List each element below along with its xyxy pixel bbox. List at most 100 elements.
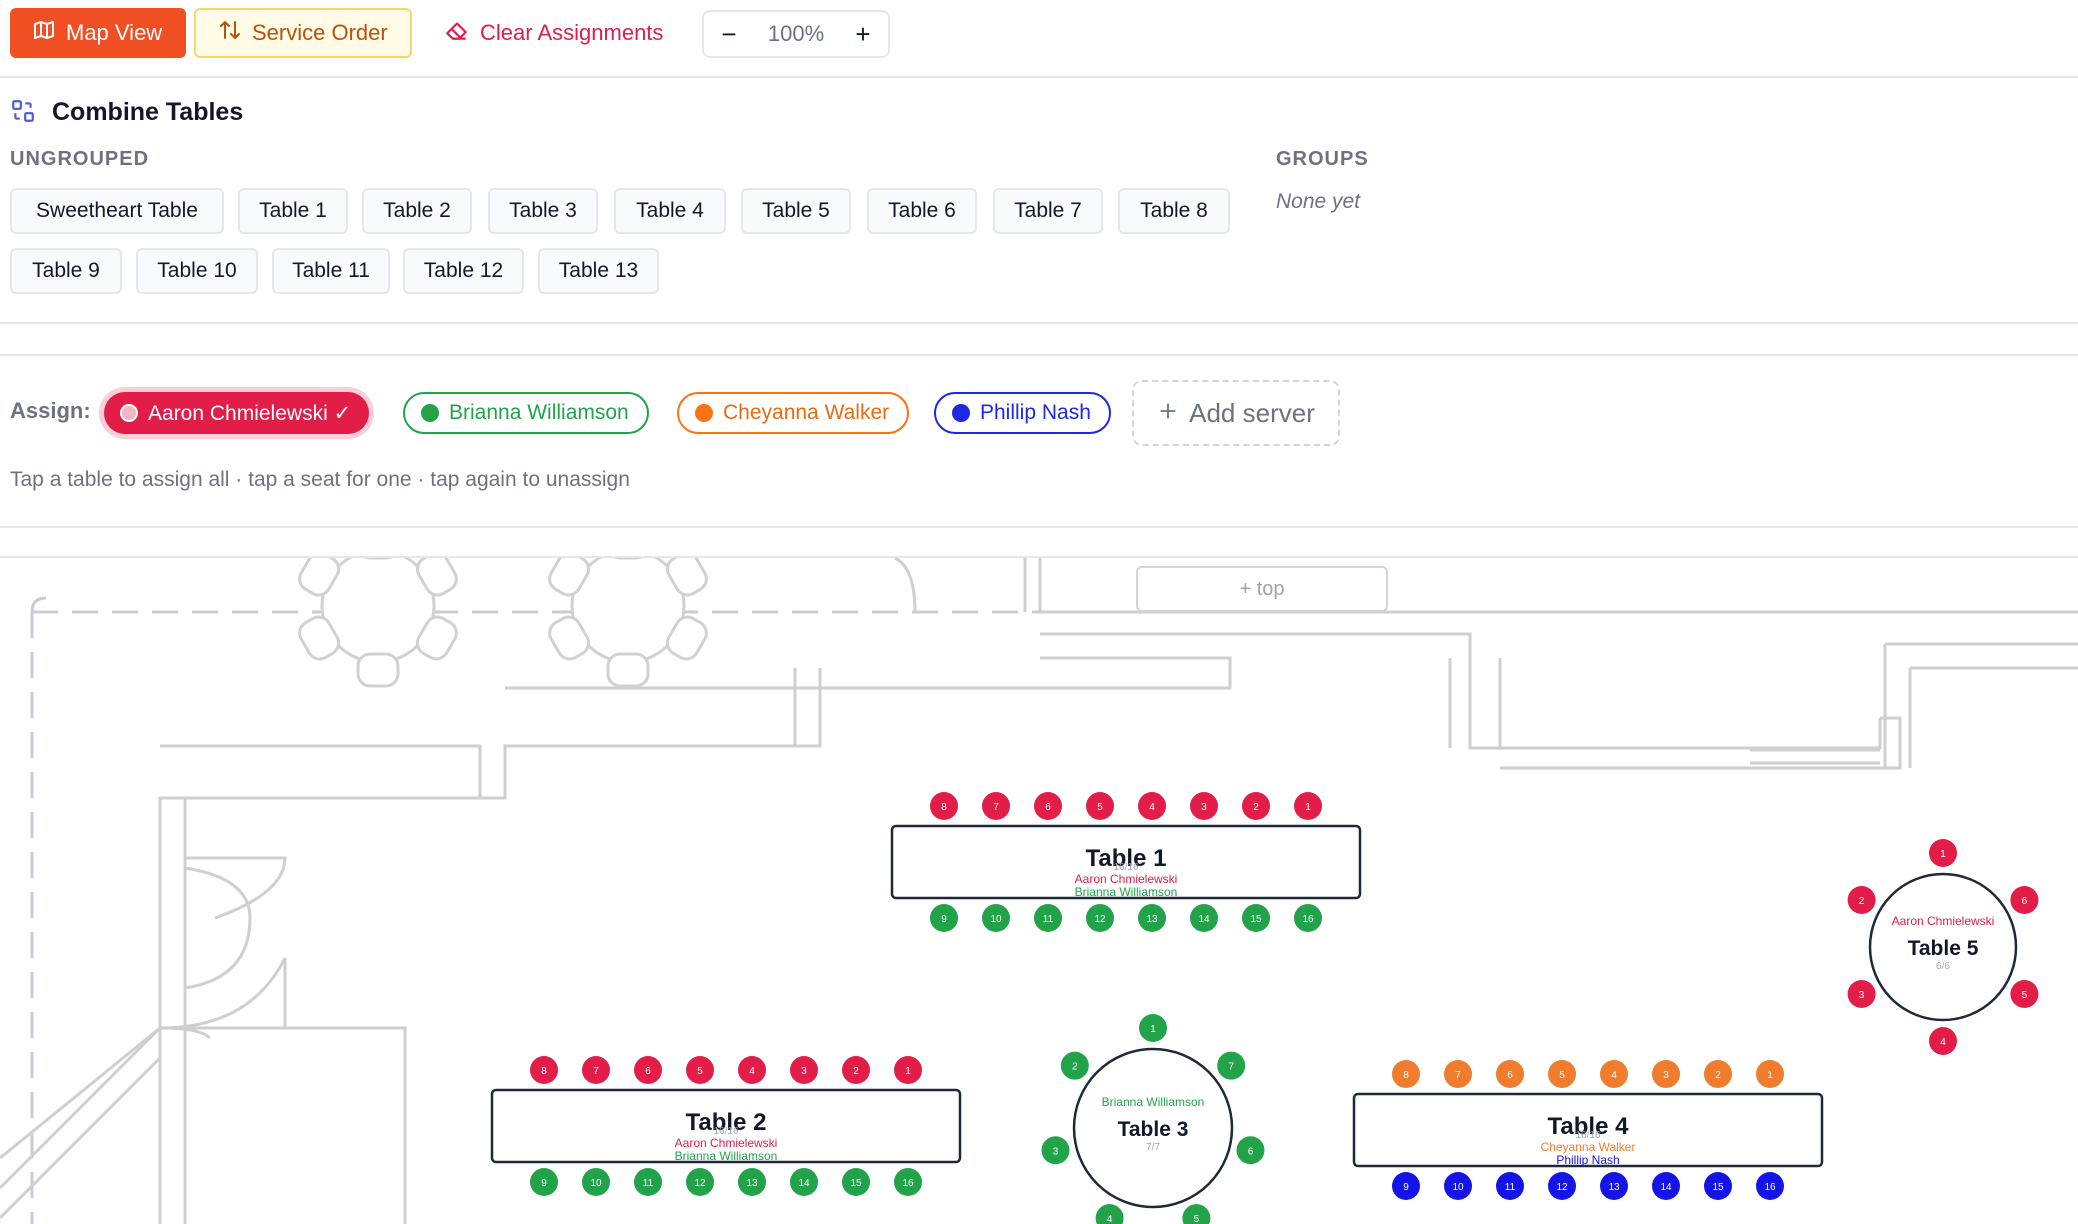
table-chip-13[interactable]: Table 13 — [538, 248, 659, 294]
seat[interactable]: 3 — [1847, 980, 1876, 1008]
seat[interactable]: 2 — [842, 1056, 870, 1084]
seat[interactable]: 10 — [1444, 1172, 1472, 1200]
server-chip-cheyanna[interactable]: Cheyanna Walker — [677, 392, 910, 434]
seat[interactable]: 12 — [686, 1168, 714, 1196]
server-chip-phillip[interactable]: Phillip Nash — [934, 392, 1111, 434]
seat[interactable]: 15 — [1242, 904, 1270, 932]
seat[interactable]: 11 — [1034, 904, 1062, 932]
clear-assignments-button[interactable]: Clear Assignments — [432, 8, 682, 58]
seat[interactable]: 6 — [1034, 792, 1062, 820]
seat[interactable]: 7 — [1444, 1060, 1472, 1088]
banquet-table[interactable]: Table 216/16Aaron ChmielewskiBrianna Wil… — [490, 1056, 962, 1196]
seat[interactable]: 15 — [842, 1168, 870, 1196]
seat[interactable]: 16 — [894, 1168, 922, 1196]
seat[interactable]: 14 — [1652, 1172, 1680, 1200]
seat[interactable]: 2 — [1847, 886, 1876, 914]
banquet-table[interactable]: Table 116/16Aaron ChmielewskiBrianna Wil… — [890, 792, 1362, 932]
server-chip-aaron[interactable]: Aaron Chmielewski ✓ — [104, 392, 370, 434]
table-chip-4[interactable]: Table 4 — [614, 188, 726, 234]
seat[interactable]: 10 — [582, 1168, 610, 1196]
seat[interactable]: 6 — [1496, 1060, 1524, 1088]
seat-number: 2 — [853, 1066, 859, 1077]
table-server-name: Brianna Williamson — [675, 1149, 778, 1163]
table-chip-2[interactable]: Table 2 — [362, 188, 472, 234]
banquet-table[interactable]: Table 416/16Cheyanna WalkerPhillip Nash8… — [1352, 1060, 1824, 1200]
zoom-in-button[interactable]: + — [838, 19, 888, 50]
seat[interactable]: 5 — [686, 1056, 714, 1084]
seat[interactable]: 3 — [1652, 1060, 1680, 1088]
seat[interactable]: 7 — [1217, 1051, 1246, 1080]
seat[interactable]: 2 — [1060, 1051, 1089, 1080]
table-chip-12[interactable]: Table 12 — [403, 248, 524, 294]
seat[interactable]: 13 — [1600, 1172, 1628, 1200]
zoom-out-button[interactable]: − — [704, 19, 754, 50]
server-chip-brianna[interactable]: Brianna Williamson — [403, 392, 649, 434]
seat[interactable]: 4 — [738, 1056, 766, 1084]
service-order-button[interactable]: Service Order — [194, 8, 412, 58]
map-view-button[interactable]: Map View — [10, 8, 186, 58]
seat[interactable]: 13 — [738, 1168, 766, 1196]
seat[interactable]: 7 — [982, 792, 1010, 820]
seat[interactable]: 9 — [530, 1168, 558, 1196]
seat[interactable]: 16 — [1294, 904, 1322, 932]
table-chip-11[interactable]: Table 11 — [272, 248, 390, 294]
seat[interactable]: 7 — [582, 1056, 610, 1084]
server-color-dot — [952, 404, 970, 422]
seat[interactable]: 4 — [1600, 1060, 1628, 1088]
seat[interactable]: 4 — [1138, 792, 1166, 820]
add-top-button[interactable]: + top — [1136, 566, 1388, 612]
seat[interactable]: 6 — [2010, 886, 2039, 914]
seat[interactable]: 10 — [982, 904, 1010, 932]
seat[interactable]: 8 — [1392, 1060, 1420, 1088]
round-table[interactable]: Aaron Chmielewski Table 56/6 1 6 5 4 3 2 — [1847, 839, 2039, 1055]
seat[interactable]: 16 — [1756, 1172, 1784, 1200]
floor-map[interactable]: Table 1 16/16 Aaron Chmielewski Brianna Wil… — [0, 556, 2078, 1224]
seat-number: 10 — [1452, 1182, 1464, 1193]
seat[interactable]: 1 — [894, 1056, 922, 1084]
seat[interactable]: 5 — [1086, 792, 1114, 820]
seat[interactable]: 1 — [1139, 1014, 1167, 1042]
seat[interactable]: 12 — [1086, 904, 1114, 932]
seat[interactable]: 3 — [790, 1056, 818, 1084]
seat[interactable]: 14 — [790, 1168, 818, 1196]
table-chip-5[interactable]: Table 5 — [741, 188, 851, 234]
table-chip-3[interactable]: Table 3 — [488, 188, 598, 234]
seat[interactable]: 12 — [1548, 1172, 1576, 1200]
zoom-control: − 100% + — [702, 10, 890, 58]
seat[interactable]: 4 — [1929, 1027, 1957, 1055]
seat[interactable]: 6 — [634, 1056, 662, 1084]
seat[interactable]: 3 — [1190, 792, 1218, 820]
table-chip-sweetheart[interactable]: Sweetheart Table — [10, 188, 224, 234]
seat[interactable]: 4 — [1095, 1204, 1124, 1224]
seat[interactable]: 9 — [930, 904, 958, 932]
seat-number: 6 — [645, 1066, 651, 1077]
seat[interactable]: 3 — [1041, 1136, 1070, 1165]
seat[interactable]: 11 — [634, 1168, 662, 1196]
seat[interactable]: 1 — [1756, 1060, 1784, 1088]
seat[interactable]: 14 — [1190, 904, 1218, 932]
seat-number: 2 — [1072, 1062, 1078, 1073]
table-chip-7[interactable]: Table 7 — [993, 188, 1103, 234]
seat[interactable]: 1 — [1929, 839, 1957, 867]
table-chip-6[interactable]: Table 6 — [867, 188, 977, 234]
seat[interactable]: 2 — [1242, 792, 1270, 820]
seat[interactable]: 1 — [1294, 792, 1322, 820]
seat[interactable]: 8 — [930, 792, 958, 820]
seat[interactable]: 8 — [530, 1056, 558, 1084]
round-table[interactable]: Brianna Williamson Table 37/7 1 7 6 5 4 3 2 — [1041, 1014, 1265, 1224]
seat[interactable]: 6 — [1236, 1136, 1265, 1165]
seat[interactable]: 5 — [2010, 980, 2039, 1008]
table-chip-8[interactable]: Table 8 — [1118, 188, 1230, 234]
server-name: Phillip Nash — [980, 401, 1091, 424]
seat[interactable]: 2 — [1704, 1060, 1732, 1088]
seat[interactable]: 5 — [1182, 1204, 1211, 1224]
seat[interactable]: 13 — [1138, 904, 1166, 932]
seat[interactable]: 5 — [1548, 1060, 1576, 1088]
add-server-button[interactable]: Add server — [1132, 380, 1340, 446]
seat[interactable]: 15 — [1704, 1172, 1732, 1200]
seat[interactable]: 11 — [1496, 1172, 1524, 1200]
table-chip-1[interactable]: Table 1 — [238, 188, 348, 234]
table-chip-10[interactable]: Table 10 — [136, 248, 258, 294]
seat[interactable]: 9 — [1392, 1172, 1420, 1200]
table-chip-9[interactable]: Table 9 — [10, 248, 122, 294]
